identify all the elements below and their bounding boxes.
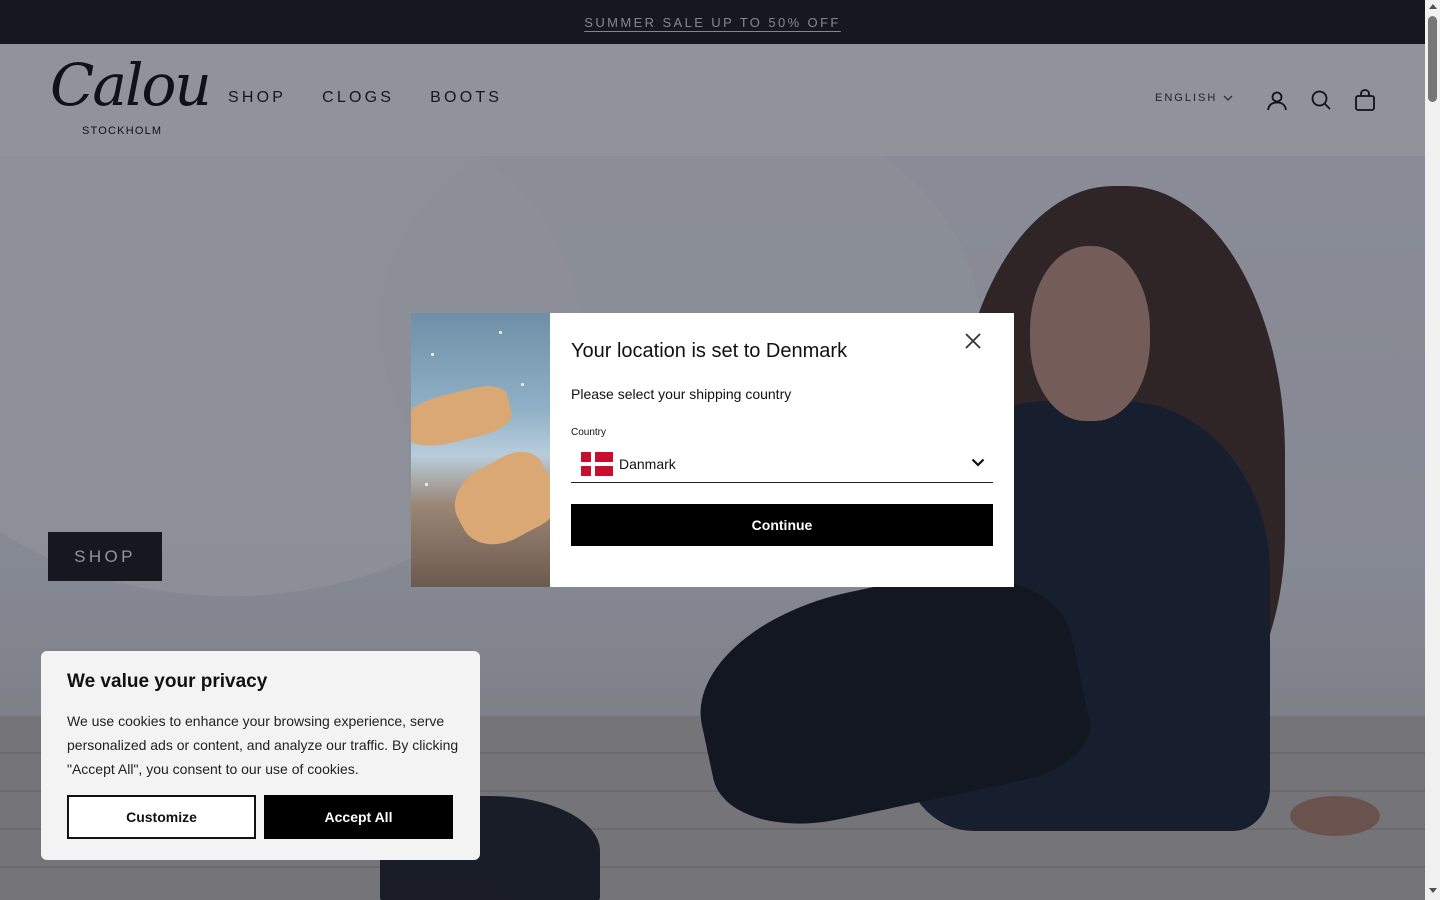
country-select-value: Danmark xyxy=(619,456,676,472)
clog-shape xyxy=(411,380,516,454)
modal-title: Your location is set to Denmark xyxy=(571,340,848,362)
accept-all-button[interactable]: Accept All xyxy=(264,795,453,839)
clog-shape xyxy=(442,442,550,558)
country-label: Country xyxy=(571,427,607,438)
cookie-text: We use cookies to enhance your browsing … xyxy=(67,713,459,777)
chevron-down-icon xyxy=(971,458,985,467)
scrollbar[interactable] xyxy=(1425,0,1440,900)
close-icon[interactable] xyxy=(962,330,984,352)
country-select[interactable]: Danmark xyxy=(571,446,993,483)
scroll-down-arrow-icon[interactable] xyxy=(1429,888,1437,893)
denmark-flag-icon xyxy=(581,452,613,476)
location-modal: Your location is set to Denmark Please s… xyxy=(411,313,1014,587)
scrollbar-thumb[interactable] xyxy=(1428,16,1437,102)
modal-subtitle: Please select your shipping country xyxy=(571,386,792,402)
cookie-banner: We value your privacy We use cookies to … xyxy=(41,651,480,860)
cookie-title: We value your privacy xyxy=(67,671,268,692)
scroll-up-arrow-icon[interactable] xyxy=(1429,4,1437,9)
customize-button[interactable]: Customize xyxy=(67,795,256,839)
modal-product-image xyxy=(411,313,550,587)
continue-button[interactable]: Continue xyxy=(571,504,993,546)
